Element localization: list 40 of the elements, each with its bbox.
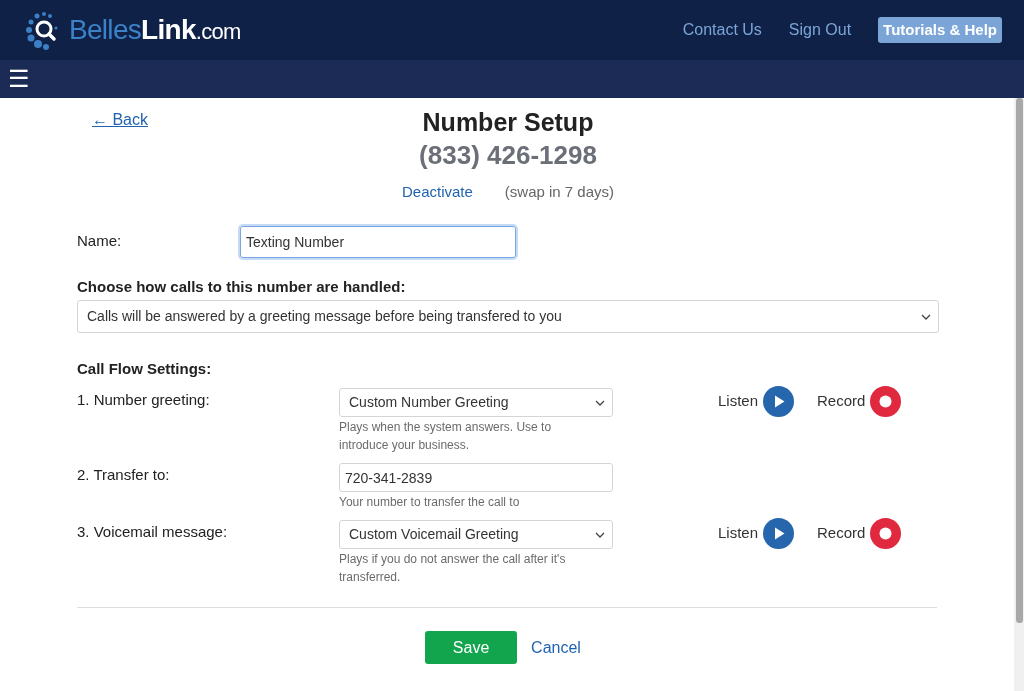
page-title: Number Setup xyxy=(422,107,594,138)
back-link[interactable]: ← Back xyxy=(92,108,148,132)
hint-text: Plays when the system answers. Use to introduce your business. xyxy=(339,419,553,454)
play-icon xyxy=(763,386,795,417)
record-icon xyxy=(870,386,902,417)
listen-button[interactable]: Listen xyxy=(718,386,795,417)
chevron-down-icon xyxy=(595,531,605,538)
record-icon xyxy=(870,518,902,549)
logo-text: Belles xyxy=(69,14,142,45)
greeting-dropdown[interactable]: Custom Voicemail Greeting xyxy=(339,520,613,549)
handling-dropdown[interactable]: Calls will be answered by a greeting message before being transfered to you xyxy=(77,300,939,333)
scrollbar-thumb[interactable] xyxy=(1015,98,1023,623)
hint-text: Your number to transfer the call to xyxy=(339,494,521,511)
name-field[interactable]: Texting Number xyxy=(240,225,516,258)
section-heading: Choose how calls to this number are handled: xyxy=(77,276,407,297)
header-link[interactable]: Contact Us xyxy=(682,18,762,42)
menu-icon[interactable]: ☰ xyxy=(8,67,30,91)
play-icon xyxy=(763,518,795,549)
chevron-down-icon xyxy=(921,313,931,320)
field-label: 3. Voicemail message: xyxy=(77,522,229,542)
logo-text: Link xyxy=(141,14,196,45)
listen-button[interactable]: Listen xyxy=(718,518,795,549)
greeting-dropdown[interactable]: Custom Number Greeting xyxy=(339,388,613,417)
section-heading: Call Flow Settings: xyxy=(77,360,213,378)
deactivate-link[interactable]: Deactivate xyxy=(401,181,473,204)
field-label: 2. Transfer to: xyxy=(77,465,171,485)
swap-note: (swap in 7 days) xyxy=(504,182,615,202)
header-link[interactable]: Sign Out xyxy=(788,18,852,42)
chevron-down-icon xyxy=(595,399,605,406)
cancel-link[interactable]: Cancel xyxy=(531,635,581,660)
logo-text: .com xyxy=(195,19,241,44)
field-label: Name: xyxy=(77,231,123,252)
record-button[interactable]: Record xyxy=(817,518,902,549)
record-button[interactable]: Record xyxy=(817,386,902,417)
hint-text: Plays if you do not answer the call after it's transferred. xyxy=(339,551,567,586)
scrollbar[interactable] xyxy=(1014,98,1024,691)
field-label: 1. Number greeting: xyxy=(77,390,211,410)
logo[interactable]: BellesLink.com xyxy=(23,10,241,50)
transfer-number-field[interactable]: 720-341-2839 xyxy=(339,463,613,492)
phone-number: (833) 426-1298 xyxy=(419,139,597,172)
